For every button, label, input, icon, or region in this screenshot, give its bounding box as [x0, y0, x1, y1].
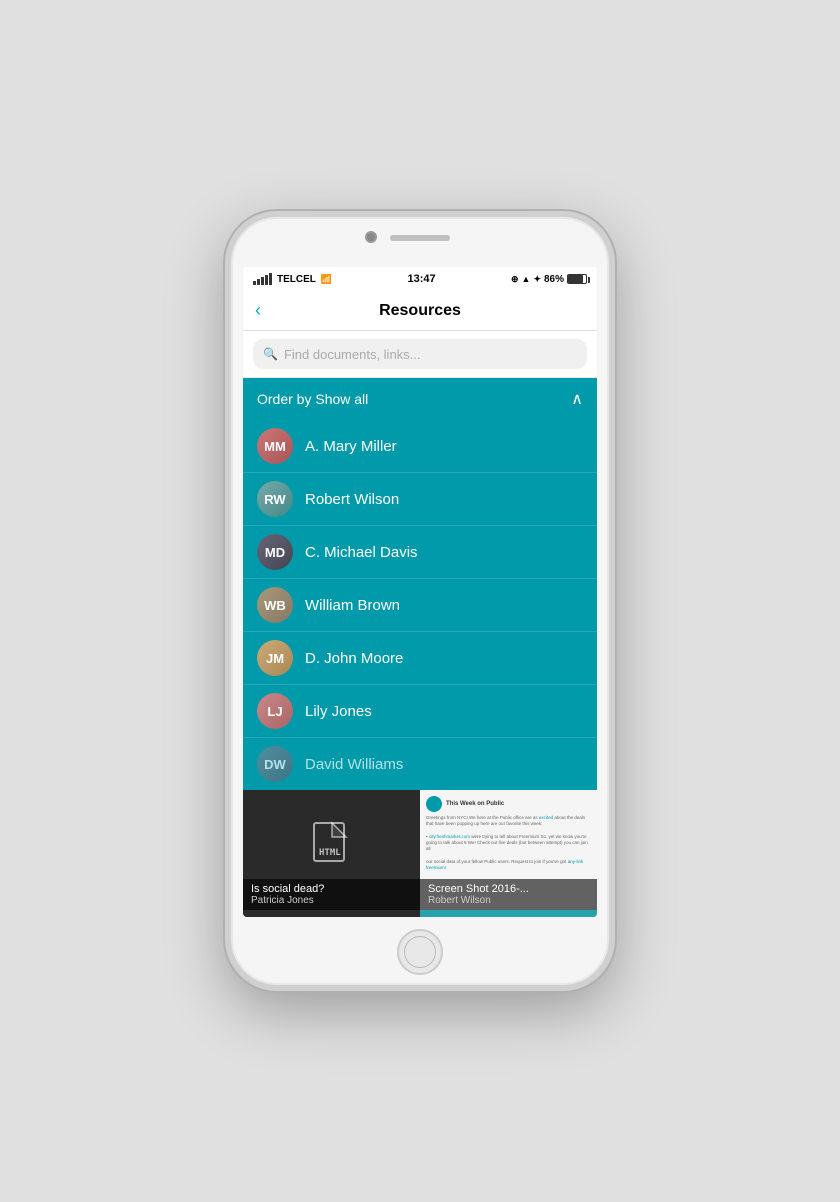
list-item[interactable]: MM A. Mary Miller	[243, 420, 597, 473]
status-time: 13:47	[407, 273, 435, 285]
resource-card[interactable]: HTML	[243, 910, 420, 917]
resource-author: Robert Wilson	[428, 895, 589, 906]
search-icon: 🔍	[263, 347, 278, 361]
contact-name: A. Mary Miller	[305, 438, 397, 455]
list-item[interactable]: JM D. John Moore	[243, 632, 597, 685]
contact-name: Robert Wilson	[305, 491, 399, 508]
list-item[interactable]: MD C. Michael Davis	[243, 526, 597, 579]
resource-title: Is social dead?	[251, 883, 412, 895]
page-title: Resources	[379, 302, 461, 320]
svg-text:HTML: HTML	[319, 848, 341, 858]
list-item[interactable]: DW David Williams	[243, 738, 597, 790]
contact-name: D. John Moore	[305, 650, 403, 667]
contact-list: MM A. Mary Miller RW Robert Wilson MD C.…	[243, 420, 597, 790]
battery-icon	[567, 274, 587, 284]
resource-card[interactable]: This Week on Public Greetings from NYC! …	[420, 790, 597, 910]
wifi-icon: 📶	[321, 274, 332, 285]
search-bar: 🔍 Find documents, links...	[243, 331, 597, 378]
avatar: DW	[257, 746, 293, 782]
search-input-wrap[interactable]: 🔍 Find documents, links...	[253, 339, 587, 369]
html-file-icon: HTML	[312, 821, 352, 876]
avatar: JM	[257, 640, 293, 676]
resources-grid: HTML Is social dead? Patricia Jones This…	[243, 790, 597, 917]
resource-author: Patricia Jones	[251, 895, 412, 906]
resource-card-info: Screen Shot 2016-... Robert Wilson	[420, 879, 597, 910]
avatar: LJ	[257, 693, 293, 729]
contact-name: David Williams	[305, 756, 403, 773]
search-placeholder: Find documents, links...	[284, 347, 421, 362]
contact-name: C. Michael Davis	[305, 544, 418, 561]
carrier-name: TELCEL	[277, 274, 316, 285]
arrow-icon: ▲	[522, 274, 531, 284]
back-button[interactable]: ‹	[255, 300, 261, 321]
phone-frame: TELCEL 📶 13:47 ⊕ ▲ ✦ 86% ‹ Resources 🔍	[225, 211, 615, 991]
battery-percent: 86%	[544, 274, 564, 285]
location-icon: ⊕	[511, 274, 519, 285]
resource-title: Screen Shot 2016-...	[428, 883, 589, 895]
list-item[interactable]: RW Robert Wilson	[243, 473, 597, 526]
status-right: ⊕ ▲ ✦ 86%	[511, 274, 587, 285]
list-item[interactable]: LJ Lily Jones	[243, 685, 597, 738]
avatar: RW	[257, 481, 293, 517]
status-bar: TELCEL 📶 13:47 ⊕ ▲ ✦ 86%	[243, 267, 597, 291]
camera	[365, 231, 377, 243]
list-item[interactable]: WB William Brown	[243, 579, 597, 632]
resource-card[interactable]: I know where I'm going. Find the beautif…	[420, 910, 597, 917]
avatar: WB	[257, 587, 293, 623]
resource-card-info: Is social dead? Patricia Jones	[243, 879, 420, 910]
home-button[interactable]	[397, 929, 443, 975]
avatar: MM	[257, 428, 293, 464]
signal-icon	[253, 273, 272, 285]
avatar: MD	[257, 534, 293, 570]
phone-screen: TELCEL 📶 13:47 ⊕ ▲ ✦ 86% ‹ Resources 🔍	[243, 267, 597, 917]
paris-overlay-text: I know where I'm going.	[428, 916, 589, 917]
status-left: TELCEL 📶	[253, 273, 332, 285]
paris-overlay: I know where I'm going. Find the beautif…	[420, 910, 597, 917]
dropdown-header[interactable]: Order by Show all ∧	[243, 378, 597, 420]
dropdown-label: Order by Show all	[257, 391, 368, 407]
contact-name: William Brown	[305, 597, 400, 614]
nav-bar: ‹ Resources	[243, 291, 597, 331]
speaker	[390, 235, 450, 241]
resource-card[interactable]: HTML Is social dead? Patricia Jones	[243, 790, 420, 910]
contact-name: Lily Jones	[305, 703, 372, 720]
chevron-up-icon: ∧	[571, 389, 583, 409]
bluetooth-icon: ✦	[533, 274, 541, 285]
